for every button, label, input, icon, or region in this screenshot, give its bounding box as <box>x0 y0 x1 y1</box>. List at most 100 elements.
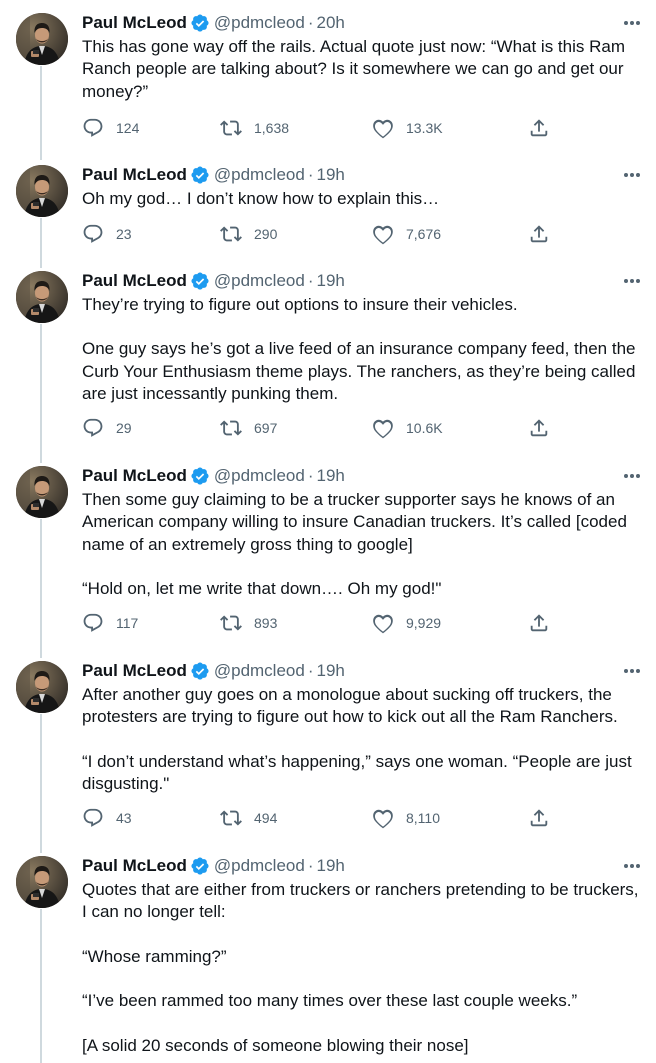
reply-button[interactable]: 43 <box>82 807 132 829</box>
reply-icon <box>82 612 104 634</box>
more-options-icon[interactable] <box>610 270 640 292</box>
more-options-icon[interactable] <box>610 12 640 34</box>
more-options-icon[interactable] <box>610 660 640 682</box>
separator-dot: · <box>307 466 314 485</box>
tweet-actions: 43 494 8,110 <box>82 806 552 830</box>
avatar[interactable] <box>16 856 68 908</box>
retweets-count: 494 <box>254 810 278 826</box>
avatar[interactable] <box>16 661 68 713</box>
tweet-header: Paul McLeod @pdmcleod · 19h <box>82 164 640 186</box>
like-icon <box>372 612 394 634</box>
likes-count: 10.6K <box>406 420 443 436</box>
verified-badge-icon <box>190 856 210 876</box>
more-options-icon[interactable] <box>610 465 640 487</box>
tweet-paragraph: One guy says he’s got a live feed of an … <box>82 339 636 404</box>
tweet: Paul McLeod @pdmcleod · 19h Quotes that are … <box>0 843 656 1063</box>
tweet-text: They’re trying to figure out options to … <box>82 294 644 406</box>
separator-dot: · <box>307 856 314 875</box>
author-handle[interactable]: @pdmcleod <box>214 661 305 681</box>
tweet-timestamp[interactable]: 19h <box>317 661 345 681</box>
tweet-paragraph: “Whose ramming?” <box>82 946 227 966</box>
tweet-paragraph: Then some guy claiming to be a trucker s… <box>82 490 627 554</box>
tweet-text: Then some guy claiming to be a trucker s… <box>82 489 644 601</box>
retweet-icon <box>220 223 242 245</box>
tweet-paragraph: This has gone way off the rails. Actual … <box>82 37 625 101</box>
like-button[interactable]: 13.3K <box>372 117 443 139</box>
like-button[interactable]: 9,929 <box>372 612 441 634</box>
author-name[interactable]: Paul McLeod <box>82 856 187 876</box>
reply-button[interactable]: 23 <box>82 223 132 245</box>
replies-count: 124 <box>116 120 140 136</box>
like-button[interactable]: 7,676 <box>372 223 441 245</box>
tweet: Paul McLeod @pdmcleod · 20h This has gone wa… <box>0 0 656 152</box>
author-handle[interactable]: @pdmcleod <box>214 271 305 291</box>
tweet-actions: 29 697 10.6K <box>82 416 552 440</box>
tweet-actions: 23 290 7,676 <box>82 222 552 246</box>
retweets-count: 697 <box>254 420 278 436</box>
avatar[interactable] <box>16 165 68 217</box>
retweet-button[interactable]: 893 <box>220 612 277 634</box>
tweet-timestamp[interactable]: 19h <box>317 856 345 876</box>
more-options-icon[interactable] <box>610 855 640 877</box>
author-name[interactable]: Paul McLeod <box>82 661 187 681</box>
replies-count: 117 <box>116 615 139 631</box>
likes-count: 8,110 <box>406 810 440 826</box>
author-handle[interactable]: @pdmcleod <box>214 856 305 876</box>
tweet-timestamp[interactable]: 20h <box>317 13 345 33</box>
tweet-thread: Paul McLeod @pdmcleod · 20h This has gone wa… <box>0 0 656 1063</box>
author-name[interactable]: Paul McLeod <box>82 271 187 291</box>
tweet-paragraph: Quotes that are either from truckers or … <box>82 880 639 922</box>
avatar[interactable] <box>16 466 68 518</box>
share-button[interactable] <box>528 223 550 245</box>
like-button[interactable]: 10.6K <box>372 417 443 439</box>
tweet-paragraph: “Hold on, let me write that down…. Oh my… <box>82 579 442 599</box>
reply-button[interactable]: 117 <box>82 612 138 634</box>
reply-button[interactable]: 29 <box>82 417 132 439</box>
like-icon <box>372 117 394 139</box>
retweet-button[interactable]: 290 <box>220 223 277 245</box>
tweet-text: Quotes that are either from truckers or … <box>82 879 644 1057</box>
avatar[interactable] <box>16 271 68 323</box>
author-handle[interactable]: @pdmcleod <box>214 165 305 185</box>
tweet-actions: 124 1,638 13.3K <box>82 116 552 140</box>
tweet-timestamp[interactable]: 19h <box>317 466 345 486</box>
retweet-icon <box>220 612 242 634</box>
author-name[interactable]: Paul McLeod <box>82 466 187 486</box>
share-button[interactable] <box>528 807 550 829</box>
like-icon <box>372 223 394 245</box>
share-icon <box>528 612 550 634</box>
avatar[interactable] <box>16 13 68 65</box>
author-handle[interactable]: @pdmcleod <box>214 13 305 33</box>
author-name[interactable]: Paul McLeod <box>82 13 187 33</box>
likes-count: 7,676 <box>406 226 442 242</box>
reply-icon <box>82 807 104 829</box>
tweet-timestamp[interactable]: 19h <box>317 165 345 185</box>
tweet-paragraph: They’re trying to figure out options to … <box>82 295 518 314</box>
tweet-header: Paul McLeod @pdmcleod · 19h <box>82 465 640 487</box>
retweets-count: 1,638 <box>254 120 290 136</box>
tweet: Paul McLeod @pdmcleod · 19h After another gu… <box>0 648 656 843</box>
retweet-button[interactable]: 494 <box>220 807 277 829</box>
share-button[interactable] <box>528 117 550 139</box>
tweet-text: Oh my god… I don’t know how to explain t… <box>82 188 644 210</box>
tweet-paragraph: Oh my god… I don’t know how to explain t… <box>82 189 440 208</box>
share-icon <box>528 223 550 245</box>
tweet-timestamp[interactable]: 19h <box>317 271 345 291</box>
tweet-text: After another guy goes on a monologue ab… <box>82 684 644 796</box>
share-button[interactable] <box>528 612 550 634</box>
reply-button[interactable]: 124 <box>82 117 139 139</box>
like-button[interactable]: 8,110 <box>372 807 440 829</box>
likes-count: 9,929 <box>406 615 442 631</box>
tweet-actions: 117 893 9,929 <box>82 611 552 635</box>
retweet-button[interactable]: 1,638 <box>220 117 289 139</box>
share-icon <box>528 807 550 829</box>
author-name[interactable]: Paul McLeod <box>82 165 187 185</box>
more-options-icon[interactable] <box>610 164 640 186</box>
share-button[interactable] <box>528 417 550 439</box>
replies-count: 29 <box>116 420 132 436</box>
retweets-count: 290 <box>254 226 278 242</box>
tweet-paragraph: [A solid 20 seconds of someone blowing t… <box>82 1035 469 1055</box>
retweet-button[interactable]: 697 <box>220 417 277 439</box>
reply-icon <box>82 417 104 439</box>
author-handle[interactable]: @pdmcleod <box>214 466 305 486</box>
